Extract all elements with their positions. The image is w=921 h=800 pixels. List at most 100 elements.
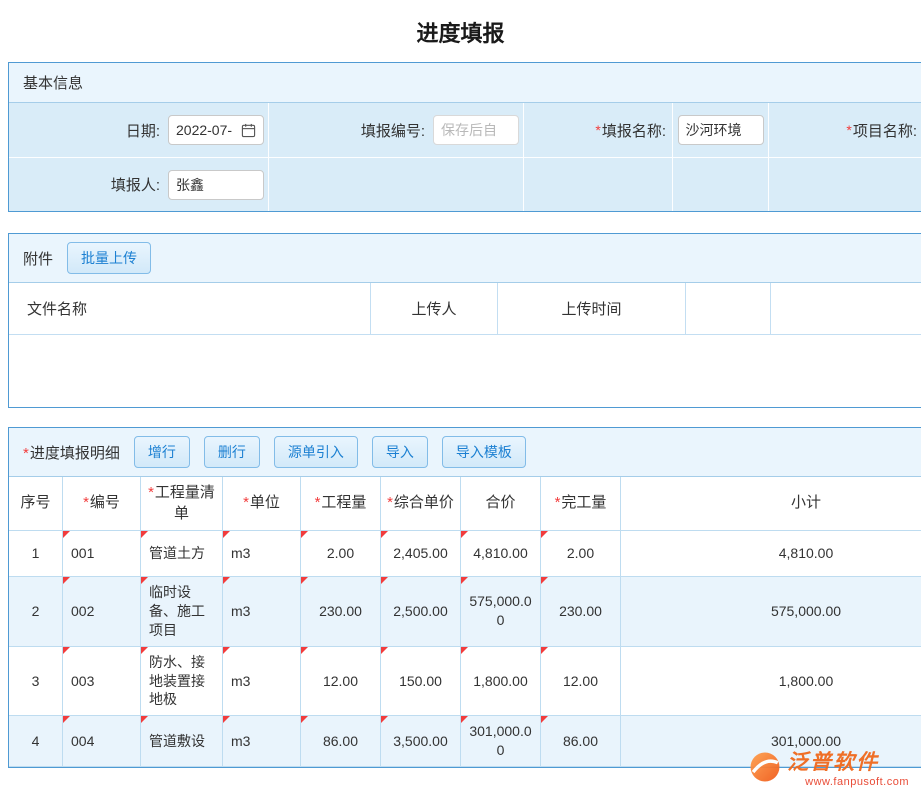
- details-title: *进度填报明细: [23, 442, 120, 463]
- detail-row: 1 001 管道土方 m3 2.00 2,405.00 4,810.00 2.0…: [9, 531, 921, 577]
- filler-input[interactable]: [168, 170, 264, 200]
- cell-price[interactable]: 150.00: [381, 647, 461, 717]
- cell-total: 1,800.00: [461, 647, 541, 717]
- cell-subtotal: 1,800.00: [621, 647, 921, 717]
- watermark-brand: 泛普软件: [787, 746, 879, 776]
- required-mark: *: [555, 494, 561, 511]
- empty-cell: [524, 158, 673, 211]
- report-name-input-cell: [673, 103, 769, 157]
- cell-unit[interactable]: m3: [223, 716, 301, 767]
- report-name-label: 填报名称:: [602, 120, 666, 141]
- cell-item[interactable]: 管道土方: [141, 531, 223, 577]
- cell-code[interactable]: 001: [63, 531, 141, 577]
- watermark-url: www.fanpusoft.com: [805, 776, 909, 788]
- import-button[interactable]: 导入: [372, 436, 428, 468]
- batch-upload-button[interactable]: 批量上传: [67, 242, 151, 274]
- detail-row: 3 003 防水、接地装置接地极 m3 12.00 150.00 1,800.0…: [9, 647, 921, 717]
- required-mark: *: [148, 484, 154, 501]
- cell-price[interactable]: 2,500.00: [381, 577, 461, 647]
- add-row-button[interactable]: 增行: [134, 436, 190, 468]
- report-no-label: 填报编号:: [361, 120, 425, 141]
- col-done: *完工量: [541, 477, 621, 531]
- cell-qty[interactable]: 86.00: [301, 716, 381, 767]
- basic-info-row-2: 填报人:: [9, 157, 921, 211]
- col-upload-time: 上传时间: [498, 283, 686, 334]
- cell-code[interactable]: 004: [63, 716, 141, 767]
- cell-item[interactable]: 管道敷设: [141, 716, 223, 767]
- basic-info-title: 基本信息: [23, 72, 83, 93]
- details-header: *进度填报明细 增行 删行 源单引入 导入 导入模板: [9, 428, 921, 477]
- cell-done[interactable]: 230.00: [541, 577, 621, 647]
- col-subtotal: 小计: [621, 477, 921, 531]
- col-empty: [686, 283, 771, 334]
- watermark-text: 泛普软件 www.fanpusoft.com: [787, 746, 909, 788]
- filler-label: 填报人:: [111, 174, 160, 195]
- detail-row: 2 002 临时设备、施工项目 m3 230.00 2,500.00 575,0…: [9, 577, 921, 647]
- cell-done[interactable]: 12.00: [541, 647, 621, 717]
- attachments-section: 附件 批量上传 文件名称 上传人 上传时间: [8, 233, 921, 408]
- cell-total: 4,810.00: [461, 531, 541, 577]
- source-import-button[interactable]: 源单引入: [274, 436, 358, 468]
- watermark: 泛普软件 www.fanpusoft.com: [748, 746, 909, 788]
- import-template-button[interactable]: 导入模板: [442, 436, 526, 468]
- col-uploader: 上传人: [371, 283, 498, 334]
- basic-info-row-1: 日期: 2022-07- 填报编号: * 填报名称: * 项目名: [9, 103, 921, 157]
- report-name-input[interactable]: [678, 115, 764, 145]
- cell-price[interactable]: 2,405.00: [381, 531, 461, 577]
- project-name-label: 项目名称:: [853, 120, 917, 141]
- cell-seq: 4: [9, 716, 63, 767]
- cell-subtotal: 4,810.00: [621, 531, 921, 577]
- required-mark: *: [83, 494, 89, 511]
- empty-cell: [269, 158, 524, 211]
- col-file-name: 文件名称: [9, 283, 371, 334]
- cell-unit[interactable]: m3: [223, 647, 301, 717]
- required-mark: *: [387, 494, 393, 511]
- col-item: *工程量清单: [141, 477, 223, 531]
- col-code: *编号: [63, 477, 141, 531]
- date-label: 日期:: [126, 120, 160, 141]
- cell-unit[interactable]: m3: [223, 531, 301, 577]
- col-total: 合价: [461, 477, 541, 531]
- fanpu-logo-icon: [748, 750, 782, 784]
- cell-done[interactable]: 86.00: [541, 716, 621, 767]
- attachments-title: 附件: [23, 248, 53, 269]
- cell-done[interactable]: 2.00: [541, 531, 621, 577]
- date-field-cell: 日期: 2022-07-: [9, 103, 269, 157]
- attachments-table-header: 文件名称 上传人 上传时间: [9, 283, 921, 335]
- required-mark: *: [846, 122, 851, 138]
- cell-code[interactable]: 003: [63, 647, 141, 717]
- date-input[interactable]: 2022-07-: [168, 115, 264, 145]
- cell-code[interactable]: 002: [63, 577, 141, 647]
- cell-subtotal: 575,000.00: [621, 577, 921, 647]
- cell-unit[interactable]: m3: [223, 577, 301, 647]
- cell-item[interactable]: 临时设备、施工项目: [141, 577, 223, 647]
- cell-qty[interactable]: 230.00: [301, 577, 381, 647]
- cell-qty[interactable]: 12.00: [301, 647, 381, 717]
- details-section: *进度填报明细 增行 删行 源单引入 导入 导入模板 序号 *编号 *工程量清单…: [8, 427, 921, 768]
- cell-seq: 2: [9, 577, 63, 647]
- cell-item[interactable]: 防水、接地装置接地极: [141, 647, 223, 717]
- col-qty: *工程量: [301, 477, 381, 531]
- required-mark: *: [23, 445, 29, 462]
- report-name-label-cell: * 填报名称:: [524, 103, 673, 157]
- col-empty: [771, 283, 921, 334]
- empty-cell: [673, 158, 769, 211]
- report-no-input[interactable]: [433, 115, 519, 145]
- calendar-icon[interactable]: [241, 123, 256, 138]
- col-seq: 序号: [9, 477, 63, 531]
- delete-row-button[interactable]: 删行: [204, 436, 260, 468]
- project-name-label-cell: * 项目名称:: [769, 103, 921, 157]
- cell-total: 301,000.00: [461, 716, 541, 767]
- basic-info-header: 基本信息: [9, 63, 921, 103]
- report-no-field-cell: 填报编号:: [269, 103, 524, 157]
- attachments-header: 附件 批量上传: [9, 234, 921, 283]
- col-unit: *单位: [223, 477, 301, 531]
- cell-price[interactable]: 3,500.00: [381, 716, 461, 767]
- page-title: 进度填报: [0, 0, 921, 62]
- attachments-empty-body: [9, 335, 921, 407]
- cell-qty[interactable]: 2.00: [301, 531, 381, 577]
- empty-cell: [769, 158, 921, 211]
- required-mark: *: [595, 122, 600, 138]
- date-value: 2022-07-: [176, 122, 232, 138]
- details-table-header: 序号 *编号 *工程量清单 *单位 *工程量 *综合单价 合价 *完工量 小计: [9, 477, 921, 531]
